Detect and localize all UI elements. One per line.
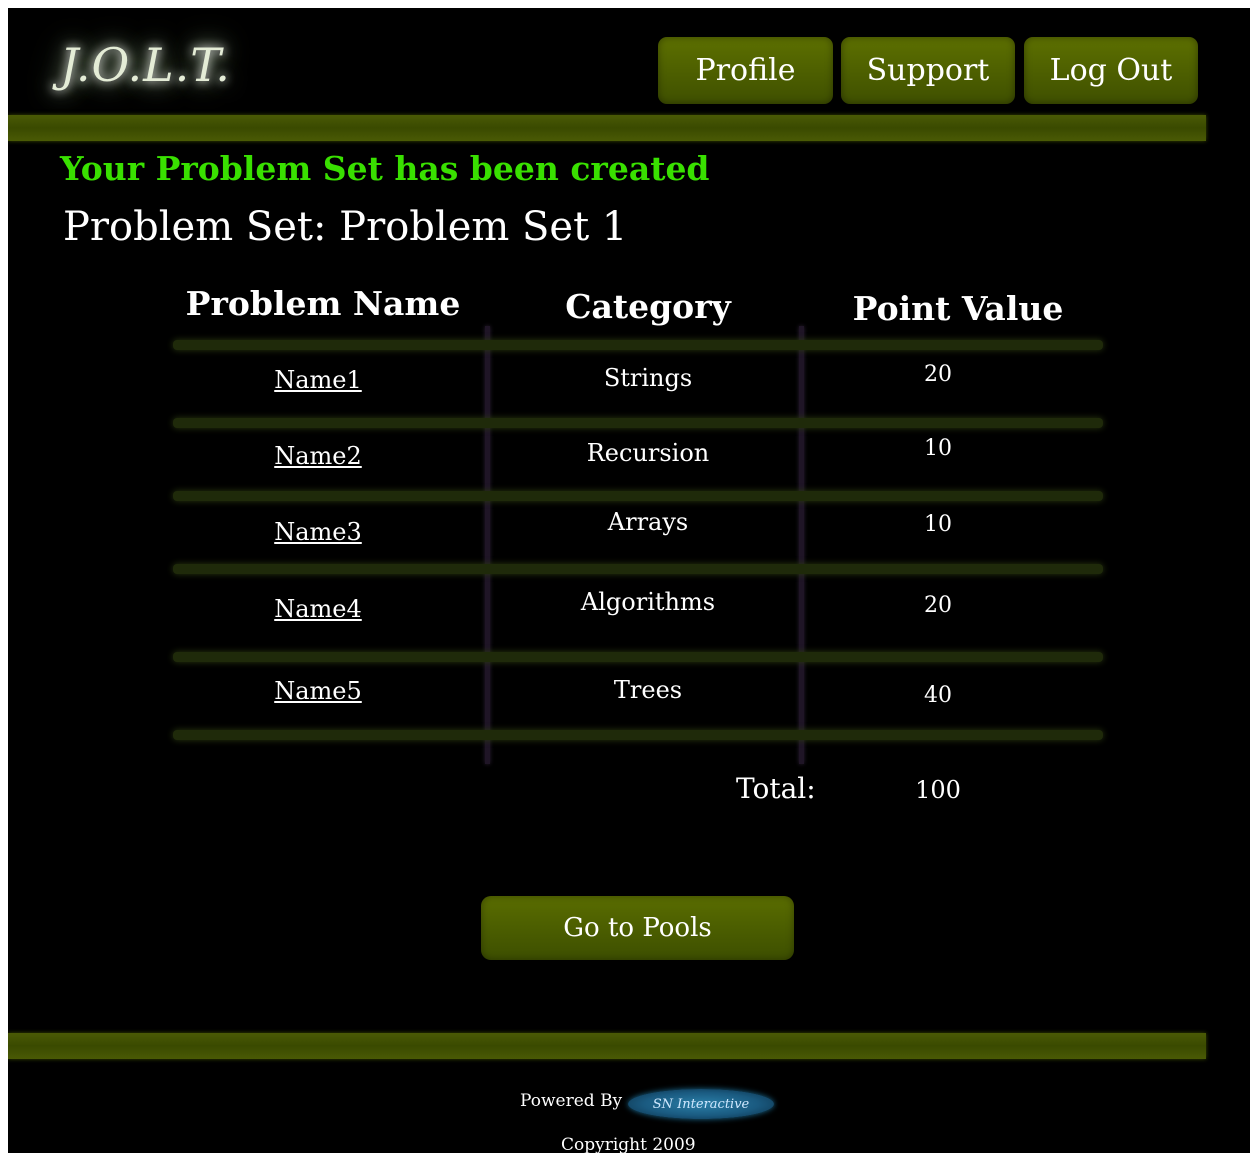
column-header-problem-name: Problem Name	[185, 284, 461, 323]
total-value: 100	[915, 776, 961, 804]
row-divider	[173, 418, 1103, 428]
problem-name-link[interactable]: Name3	[208, 518, 428, 546]
profile-button[interactable]: Profile	[658, 37, 833, 104]
problem-set-title: Problem Set: Problem Set 1	[63, 204, 628, 250]
header-divider-bar	[8, 115, 1206, 141]
copyright-text: Copyright 2009	[561, 1135, 696, 1153]
go-to-pools-button[interactable]: Go to Pools	[481, 896, 794, 960]
problem-name-link[interactable]: Name1	[208, 366, 428, 394]
support-button[interactable]: Support	[841, 37, 1015, 104]
category-cell: Recursion	[586, 439, 710, 467]
success-message: Your Problem Set has been created	[60, 149, 710, 188]
total-label: Total:	[736, 772, 816, 805]
row-divider	[173, 652, 1103, 662]
problem-name-link[interactable]: Name5	[208, 677, 428, 705]
category-cell: Arrays	[607, 508, 689, 536]
category-cell: Algorithms	[580, 588, 716, 616]
point-value-cell: 10	[924, 436, 952, 461]
row-divider	[173, 340, 1103, 350]
logout-button[interactable]: Log Out	[1024, 37, 1198, 104]
column-divider	[485, 326, 490, 764]
jolt-logo[interactable]: J.O.L.T.	[60, 38, 231, 92]
footer-divider-bar	[8, 1033, 1206, 1059]
page: J.O.L.T. Profile Support Log Out Your Pr…	[8, 8, 1250, 1153]
point-value-cell: 40	[924, 683, 952, 708]
column-header-category: Category	[565, 287, 731, 326]
point-value-cell: 10	[924, 512, 952, 537]
row-divider	[173, 491, 1103, 501]
category-cell: Strings	[603, 364, 693, 392]
problem-name-link[interactable]: Name2	[208, 442, 428, 470]
point-value-cell: 20	[924, 362, 952, 387]
sn-interactive-logo[interactable]: SN Interactive	[628, 1089, 774, 1119]
row-divider	[173, 564, 1103, 574]
problem-name-link[interactable]: Name4	[208, 595, 428, 623]
powered-by-label: Powered By	[520, 1091, 623, 1111]
row-divider	[173, 730, 1103, 740]
column-divider	[799, 326, 804, 764]
category-cell: Trees	[613, 676, 683, 704]
column-header-point-value: Point Value	[852, 289, 1064, 328]
point-value-cell: 20	[924, 593, 952, 618]
